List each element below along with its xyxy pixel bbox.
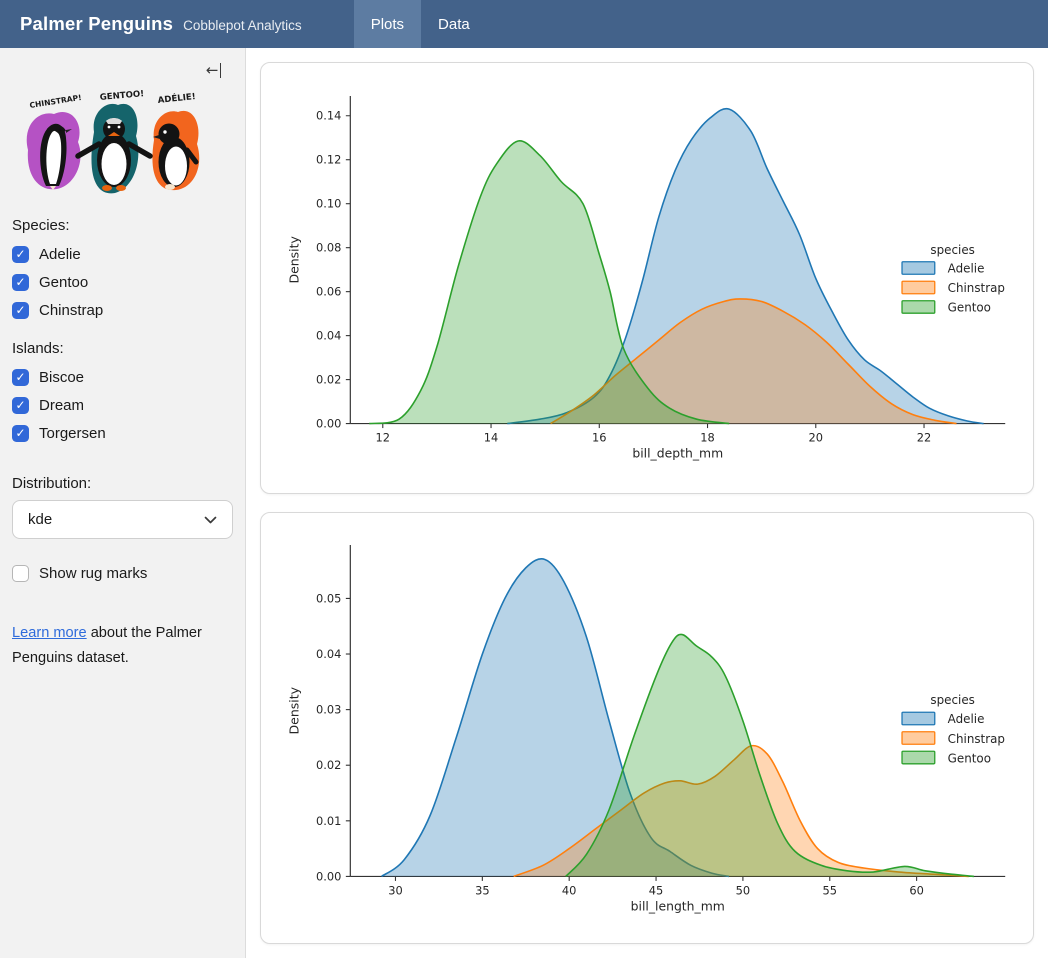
- distribution-selected-value: kde: [28, 511, 52, 528]
- svg-text:18: 18: [700, 431, 715, 445]
- density-plot-svg: 30 35 40 45 50 55 60 0.00 0.01 0.02 0.03 0.04 0.05 bi…: [261, 513, 1033, 944]
- svg-text:Gentoo: Gentoo: [948, 751, 991, 765]
- svg-text:0.00: 0.00: [316, 869, 341, 883]
- svg-text:0.02: 0.02: [316, 758, 341, 772]
- svg-text:40: 40: [562, 883, 577, 897]
- species-checkbox-chinstrap[interactable]: Chinstrap: [12, 296, 233, 324]
- svg-text:0.03: 0.03: [316, 702, 341, 716]
- species-checkbox-adelie[interactable]: Adelie: [12, 240, 233, 268]
- svg-text:Gentoo: Gentoo: [948, 301, 991, 315]
- bill-depth-density-plot: 12 14 16 18 20 22 0.00 0.02 0.04 0.06 0.08 0.10 0.12…: [261, 63, 1033, 493]
- checkbox-icon[interactable]: [12, 397, 29, 414]
- chinstrap-label: CHINSTRAP!: [29, 93, 82, 110]
- svg-text:Adelie: Adelie: [948, 262, 985, 276]
- svg-text:Adelie: Adelie: [948, 712, 985, 726]
- bill-depth-card: 12 14 16 18 20 22 0.00 0.02 0.04 0.06 0.08 0.10 0.12…: [260, 62, 1034, 494]
- distribution-select[interactable]: kde: [12, 500, 233, 539]
- svg-text:0.01: 0.01: [316, 813, 341, 827]
- svg-text:14: 14: [484, 431, 499, 445]
- checkbox-icon[interactable]: [12, 369, 29, 386]
- svg-text:0.12: 0.12: [316, 153, 341, 167]
- svg-text:0.04: 0.04: [316, 329, 341, 343]
- tab-plots[interactable]: Plots: [354, 0, 421, 48]
- bill-length-density-plot: 30 35 40 45 50 55 60 0.00 0.01 0.02 0.03 0.04 0.05 bi…: [261, 513, 1033, 944]
- checkbox-icon[interactable]: [12, 274, 29, 291]
- show-rug-marks-checkbox[interactable]: Show rug marks: [12, 559, 233, 587]
- app-title: Palmer Penguins: [20, 13, 173, 35]
- svg-text:12: 12: [376, 431, 391, 445]
- svg-text:0.10: 0.10: [316, 197, 341, 211]
- svg-text:bill_length_mm: bill_length_mm: [631, 898, 725, 913]
- svg-text:species: species: [930, 693, 974, 707]
- nav-tabs: Plots Data: [354, 0, 487, 48]
- checkbox-icon[interactable]: [12, 565, 29, 582]
- collapse-sidebar-icon: ←: [206, 63, 219, 78]
- svg-text:0.02: 0.02: [316, 373, 341, 387]
- collapse-sidebar-button[interactable]: ←: [204, 61, 223, 80]
- svg-text:0.04: 0.04: [316, 646, 341, 660]
- tab-data[interactable]: Data: [421, 0, 487, 48]
- species-group-label: Species:: [12, 217, 233, 234]
- learn-more-link[interactable]: Learn more: [12, 625, 87, 641]
- svg-text:60: 60: [909, 883, 924, 897]
- svg-text:0.14: 0.14: [316, 109, 341, 123]
- svg-text:Chinstrap: Chinstrap: [948, 731, 1005, 745]
- islands-group-label: Islands:: [12, 340, 233, 357]
- checkbox-icon[interactable]: [12, 302, 29, 319]
- svg-text:Density: Density: [287, 686, 302, 734]
- svg-text:0.05: 0.05: [316, 591, 341, 605]
- dataset-description: Learn more about the Palmer Penguins dat…: [12, 621, 227, 671]
- svg-text:55: 55: [823, 883, 838, 897]
- svg-text:20: 20: [809, 431, 824, 445]
- checkbox-icon[interactable]: [12, 246, 29, 263]
- svg-text:Chinstrap: Chinstrap: [948, 281, 1005, 295]
- navbar-brand: Palmer Penguins Cobblepot Analytics: [0, 0, 302, 48]
- svg-text:45: 45: [649, 883, 664, 897]
- svg-text:Density: Density: [287, 236, 302, 283]
- density-plot-svg: 12 14 16 18 20 22 0.00 0.02 0.04 0.06 0.08 0.10 0.12…: [261, 63, 1033, 493]
- svg-text:0.06: 0.06: [316, 285, 341, 299]
- navbar: Palmer Penguins Cobblepot Analytics Plot…: [0, 0, 1048, 48]
- island-checkbox-biscoe[interactable]: Biscoe: [12, 363, 233, 391]
- svg-text:species: species: [930, 243, 974, 257]
- chevron-down-icon: [204, 516, 217, 524]
- penguins-illustration: CHINSTRAP! GENTOO! ADÉLIE!: [14, 88, 233, 203]
- svg-text:16: 16: [592, 431, 607, 445]
- bill-length-card: 30 35 40 45 50 55 60 0.00 0.01 0.02 0.03 0.04 0.05 bi…: [260, 512, 1034, 945]
- island-checkbox-dream[interactable]: Dream: [12, 391, 233, 419]
- svg-text:50: 50: [736, 883, 751, 897]
- svg-text:30: 30: [388, 883, 403, 897]
- species-checkbox-gentoo[interactable]: Gentoo: [12, 268, 233, 296]
- svg-text:22: 22: [917, 431, 932, 445]
- svg-text:0.00: 0.00: [316, 417, 341, 431]
- main-content: 12 14 16 18 20 22 0.00 0.02 0.04 0.06 0.08 0.10 0.12…: [246, 48, 1048, 958]
- svg-text:0.08: 0.08: [316, 241, 341, 255]
- island-checkbox-torgersen[interactable]: Torgersen: [12, 419, 233, 447]
- adelie-label: ADÉLIE!: [157, 90, 196, 106]
- svg-text:bill_depth_mm: bill_depth_mm: [632, 446, 723, 461]
- distribution-label: Distribution:: [12, 475, 233, 492]
- app-subtitle: Cobblepot Analytics: [183, 15, 302, 33]
- gentoo-label: GENTOO!: [99, 89, 144, 103]
- sidebar: ←: [0, 48, 246, 958]
- svg-text:35: 35: [475, 883, 490, 897]
- checkbox-icon[interactable]: [12, 425, 29, 442]
